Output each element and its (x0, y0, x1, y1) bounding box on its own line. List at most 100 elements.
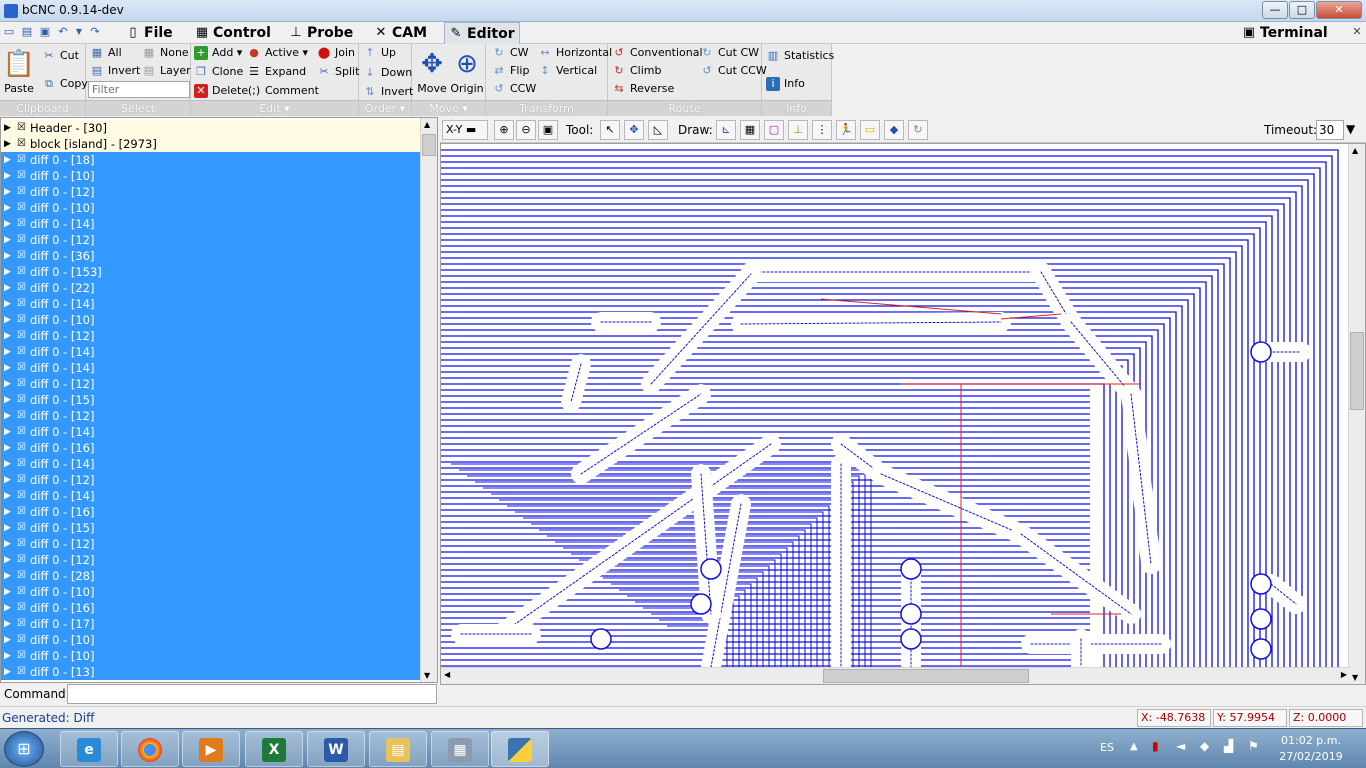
expand-arrow-icon[interactable]: ▶ (4, 520, 11, 536)
expand-arrow-icon[interactable]: ▶ (4, 248, 11, 264)
action-center-icon[interactable]: ⚑ (1248, 739, 1259, 753)
checkbox-icon[interactable]: ☒ (17, 264, 26, 280)
tree-item-row[interactable]: ▶ ☒ diff 0 - [10] (1, 584, 420, 600)
checkbox-icon[interactable]: ☒ (17, 616, 26, 632)
checkbox-icon[interactable]: ☒ (17, 232, 26, 248)
tree-item-row[interactable]: ▶ ☒ diff 0 - [14] (1, 360, 420, 376)
select-tool-icon[interactable]: ↖ (600, 120, 620, 140)
draw-probe-icon[interactable]: ⊥ (788, 120, 808, 140)
tab-editor[interactable]: ✎ Editor (444, 22, 520, 44)
scroll-right-icon[interactable]: ▶ (1341, 670, 1347, 679)
tree-item-row[interactable]: ▶ ☒ diff 0 - [36] (1, 248, 420, 264)
checkbox-icon[interactable]: ☒ (17, 488, 26, 504)
security-icon[interactable]: ▮ (1152, 739, 1159, 753)
join-button[interactable]: ⬤ Join (317, 45, 355, 61)
checkbox-icon[interactable]: ☒ (17, 568, 26, 584)
tree-scrollbar[interactable]: ▲ ▼ (420, 118, 437, 682)
tree-item-row[interactable]: ▶ ☒ diff 0 - [17] (1, 616, 420, 632)
checkbox-icon[interactable]: ☒ (17, 552, 26, 568)
delete-button[interactable]: ✕ Delete (194, 83, 248, 99)
checkbox-icon[interactable]: ☒ (17, 392, 26, 408)
reverse-button[interactable]: ⇆ Reverse (612, 81, 674, 97)
checkbox-icon[interactable]: ☒ (17, 408, 26, 424)
draw-margin-icon[interactable]: ▢ (764, 120, 784, 140)
checkbox-icon[interactable]: ☒ (17, 168, 26, 184)
expand-arrow-icon[interactable]: ▶ (4, 536, 11, 552)
checkbox-icon[interactable]: ☒ (17, 360, 26, 376)
canvas-hscroll-thumb[interactable] (823, 669, 1029, 683)
comment-button[interactable]: (;) Comment (247, 83, 319, 99)
expand-arrow-icon[interactable]: ▶ (4, 376, 11, 392)
conventional-button[interactable]: ↺ Conventional (612, 45, 702, 61)
volume-icon[interactable]: ◄ (1176, 739, 1185, 753)
show-hidden-icons-icon[interactable]: ▲ (1130, 741, 1138, 752)
command-input[interactable] (67, 684, 437, 704)
expand-arrow-icon[interactable]: ▶ (4, 472, 11, 488)
expand-arrow-icon[interactable]: ▶ (4, 664, 11, 680)
move-group-label[interactable]: Move ▾ (412, 100, 485, 116)
canvas-vertical-scrollbar[interactable]: ▲ ▼ (1348, 144, 1365, 684)
copy-button[interactable]: ⧉ Copy (42, 76, 88, 92)
draw-grid-icon[interactable]: ▦ (740, 120, 760, 140)
rotate-cw-button[interactable]: ↻ CW (492, 45, 528, 61)
scroll-down-icon[interactable]: ▼ (424, 671, 430, 680)
expand-arrow-icon[interactable]: ▶ (4, 184, 11, 200)
tree-item-row[interactable]: ▶ ☒ diff 0 - [12] (1, 232, 420, 248)
draw-paths-icon[interactable]: ▭ (860, 120, 880, 140)
cut-cw-button[interactable]: ↻ Cut CW (700, 45, 759, 61)
expand-arrow-icon[interactable]: ▶ (4, 344, 11, 360)
tree-item-row[interactable]: ▶ ☒ diff 0 - [12] (1, 328, 420, 344)
expand-arrow-icon[interactable]: ▶ (4, 568, 11, 584)
tree-item-row[interactable]: ▶ ☒ diff 0 - [12] (1, 536, 420, 552)
minimize-button[interactable]: — (1262, 1, 1288, 19)
order-group-label[interactable]: Order ▾ (359, 100, 411, 116)
taskbar-calculator[interactable]: ▦ (431, 731, 489, 767)
expand-arrow-icon[interactable]: ▶ (4, 280, 11, 296)
clone-button[interactable]: ❐ Clone (194, 64, 243, 80)
expand-arrow-icon[interactable]: ▶ (4, 120, 11, 136)
tree-item-row[interactable]: ▶ ☒ diff 0 - [10] (1, 168, 420, 184)
tree-item-row[interactable]: ▶ ☒ diff 0 - [10] (1, 312, 420, 328)
timeout-input[interactable]: 30 (1316, 120, 1344, 140)
checkbox-icon[interactable]: ☒ (17, 520, 26, 536)
clock-date[interactable]: 27/02/2019 (1278, 750, 1344, 763)
climb-button[interactable]: ↻ Climb (612, 63, 661, 79)
save-icon[interactable]: ▣ (38, 25, 52, 39)
checkbox-icon[interactable]: ☒ (17, 440, 26, 456)
expand-arrow-icon[interactable]: ▶ (4, 152, 11, 168)
move-button[interactable]: ✥ Move (415, 48, 449, 95)
checkbox-icon[interactable]: ☒ (17, 424, 26, 440)
canvas-vscroll-thumb[interactable] (1350, 332, 1364, 410)
expand-arrow-icon[interactable]: ▶ (4, 360, 11, 376)
tree-block-row[interactable]: ▶ ☒ block [island] - [2973] (1, 136, 420, 152)
mirror-horizontal-button[interactable]: ↔ Horizontal (538, 45, 612, 61)
checkbox-icon[interactable]: ☒ (17, 296, 26, 312)
pan-tool-icon[interactable]: ✥ (624, 120, 644, 140)
start-button[interactable]: ⊞ (4, 731, 44, 767)
tab-terminal[interactable]: ▣ Terminal (1238, 22, 1328, 44)
filter-input[interactable] (88, 81, 190, 98)
scroll-down-icon[interactable]: ▼ (1352, 673, 1358, 682)
checkbox-icon[interactable]: ☒ (17, 136, 26, 152)
tab-cam[interactable]: ✕ CAM (370, 22, 428, 44)
tree-item-row[interactable]: ▶ ☒ diff 0 - [14] (1, 344, 420, 360)
select-none-button[interactable]: ▦ None (142, 45, 189, 61)
cut-ccw-button[interactable]: ↺ Cut CCW (700, 63, 766, 79)
draw-axes-icon[interactable]: ⊾ (716, 120, 736, 140)
order-up-button[interactable]: ↑ Up (363, 45, 396, 61)
statistics-button[interactable]: ▥ Statistics (766, 48, 835, 64)
tree-item-row[interactable]: ▶ ☒ diff 0 - [153] (1, 264, 420, 280)
checkbox-icon[interactable]: ☒ (17, 376, 26, 392)
tree-item-row[interactable]: ▶ ☒ diff 0 - [14] (1, 296, 420, 312)
taskbar-chrome[interactable] (121, 731, 179, 767)
origin-button[interactable]: ⊕ Origin (450, 48, 484, 95)
zoom-fit-icon[interactable]: ▣ (538, 120, 558, 140)
checkbox-icon[interactable]: ☒ (17, 280, 26, 296)
checkbox-icon[interactable]: ☒ (17, 472, 26, 488)
dropbox-icon[interactable]: ◆ (1200, 739, 1209, 753)
tree-header-row[interactable]: ▶ ☒ Header - [30] (1, 120, 420, 136)
tab-file[interactable]: ▯ File (122, 22, 172, 44)
select-invert-button[interactable]: ▤ Invert (90, 63, 141, 79)
expand-arrow-icon[interactable]: ▶ (4, 648, 11, 664)
checkbox-icon[interactable]: ☒ (17, 152, 26, 168)
